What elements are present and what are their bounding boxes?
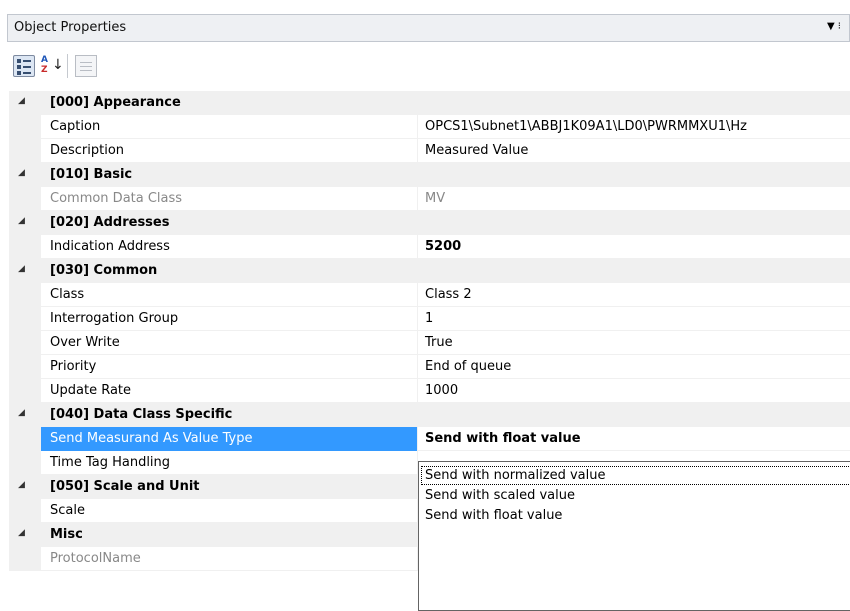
property-name: ProtocolName	[50, 551, 141, 566]
alphabetical-icon[interactable]: A Z ↓	[39, 55, 64, 77]
collapse-icon[interactable]: ◢	[18, 96, 25, 106]
value-type-dropdown-list[interactable]: Send with normalized value Send with sca…	[418, 461, 850, 611]
property-row-interrogation-group[interactable]: Interrogation Group 1	[9, 307, 850, 331]
property-value[interactable]: End of queue	[425, 359, 511, 374]
property-name: Caption	[50, 119, 101, 134]
property-row-priority[interactable]: Priority End of queue	[9, 355, 850, 379]
property-value[interactable]: OPCS1\Subnet1\ABBJ1K09A1\LD0\PWRMMXU1\Hz	[425, 119, 747, 134]
property-name: Indication Address	[50, 239, 170, 254]
property-value-editor[interactable]: Send with float value	[425, 431, 581, 446]
collapse-icon[interactable]: ◢	[18, 408, 25, 418]
property-value[interactable]: 5200	[425, 239, 461, 254]
property-name: Common Data Class	[50, 191, 183, 206]
category-label: Misc	[50, 527, 83, 542]
category-label: [000] Appearance	[50, 95, 181, 110]
property-row-over-write[interactable]: Over Write True	[9, 331, 850, 355]
dropdown-option-normalized[interactable]: Send with normalized value	[421, 466, 850, 485]
property-row-indication-address[interactable]: Indication Address 5200	[9, 235, 850, 259]
collapse-icon[interactable]: ◢	[18, 480, 25, 490]
property-row-send-measurand-as-value-type[interactable]: Send Measurand As Value Type Send with f…	[9, 427, 850, 451]
property-value[interactable]: True	[425, 335, 453, 350]
dropdown-option-scaled[interactable]: Send with scaled value	[425, 486, 575, 505]
category-data-class-specific[interactable]: ◢ [040] Data Class Specific	[9, 403, 850, 427]
categorized-icon[interactable]	[13, 55, 35, 77]
property-name: Time Tag Handling	[50, 455, 171, 470]
property-value[interactable]: Class 2	[425, 287, 472, 302]
property-row-update-rate[interactable]: Update Rate 1000	[9, 379, 850, 403]
property-value: MV	[425, 191, 446, 206]
property-name: Over Write	[50, 335, 120, 350]
panel-title: Object Properties	[14, 20, 127, 35]
category-label: [040] Data Class Specific	[50, 407, 233, 422]
property-value[interactable]: 1000	[425, 383, 458, 398]
category-label: [010] Basic	[50, 167, 133, 182]
property-name: Interrogation Group	[50, 311, 179, 326]
toolbar-separator	[67, 54, 68, 78]
category-label: [020] Addresses	[50, 215, 170, 230]
dropdown-option-float[interactable]: Send with float value	[425, 506, 562, 525]
collapse-icon[interactable]: ◢	[18, 168, 25, 178]
collapse-icon[interactable]: ◢	[18, 216, 25, 226]
property-row-caption[interactable]: Caption OPCS1\Subnet1\ABBJ1K09A1\LD0\PWR…	[9, 115, 850, 139]
property-name: Class	[50, 287, 85, 302]
property-row-class[interactable]: Class Class 2	[9, 283, 850, 307]
property-name: Update Rate	[50, 383, 132, 398]
category-basic[interactable]: ◢ [010] Basic	[9, 163, 850, 187]
category-label: [030] Common	[50, 263, 158, 278]
property-value[interactable]: Measured Value	[425, 143, 528, 158]
property-value[interactable]: 1	[425, 311, 433, 326]
property-row-description[interactable]: Description Measured Value	[9, 139, 850, 163]
pin-icon[interactable]: ▼ ⁝	[827, 21, 841, 32]
collapse-icon[interactable]: ◢	[18, 264, 25, 274]
property-name: Send Measurand As Value Type	[50, 431, 253, 446]
collapse-icon[interactable]: ◢	[18, 528, 25, 538]
category-appearance[interactable]: ◢ [000] Appearance	[9, 91, 850, 115]
property-name: Scale	[50, 503, 85, 518]
category-common[interactable]: ◢ [030] Common	[9, 259, 850, 283]
properties-toolbar: A Z ↓	[7, 52, 850, 84]
object-properties-header: Object Properties ▼ ⁝	[7, 14, 850, 42]
category-label: [050] Scale and Unit	[50, 479, 200, 494]
property-name: Priority	[50, 359, 97, 374]
property-row-common-data-class[interactable]: Common Data Class MV	[9, 187, 850, 211]
property-name: Description	[50, 143, 125, 158]
category-addresses[interactable]: ◢ [020] Addresses	[9, 211, 850, 235]
property-pages-icon[interactable]	[75, 55, 97, 77]
